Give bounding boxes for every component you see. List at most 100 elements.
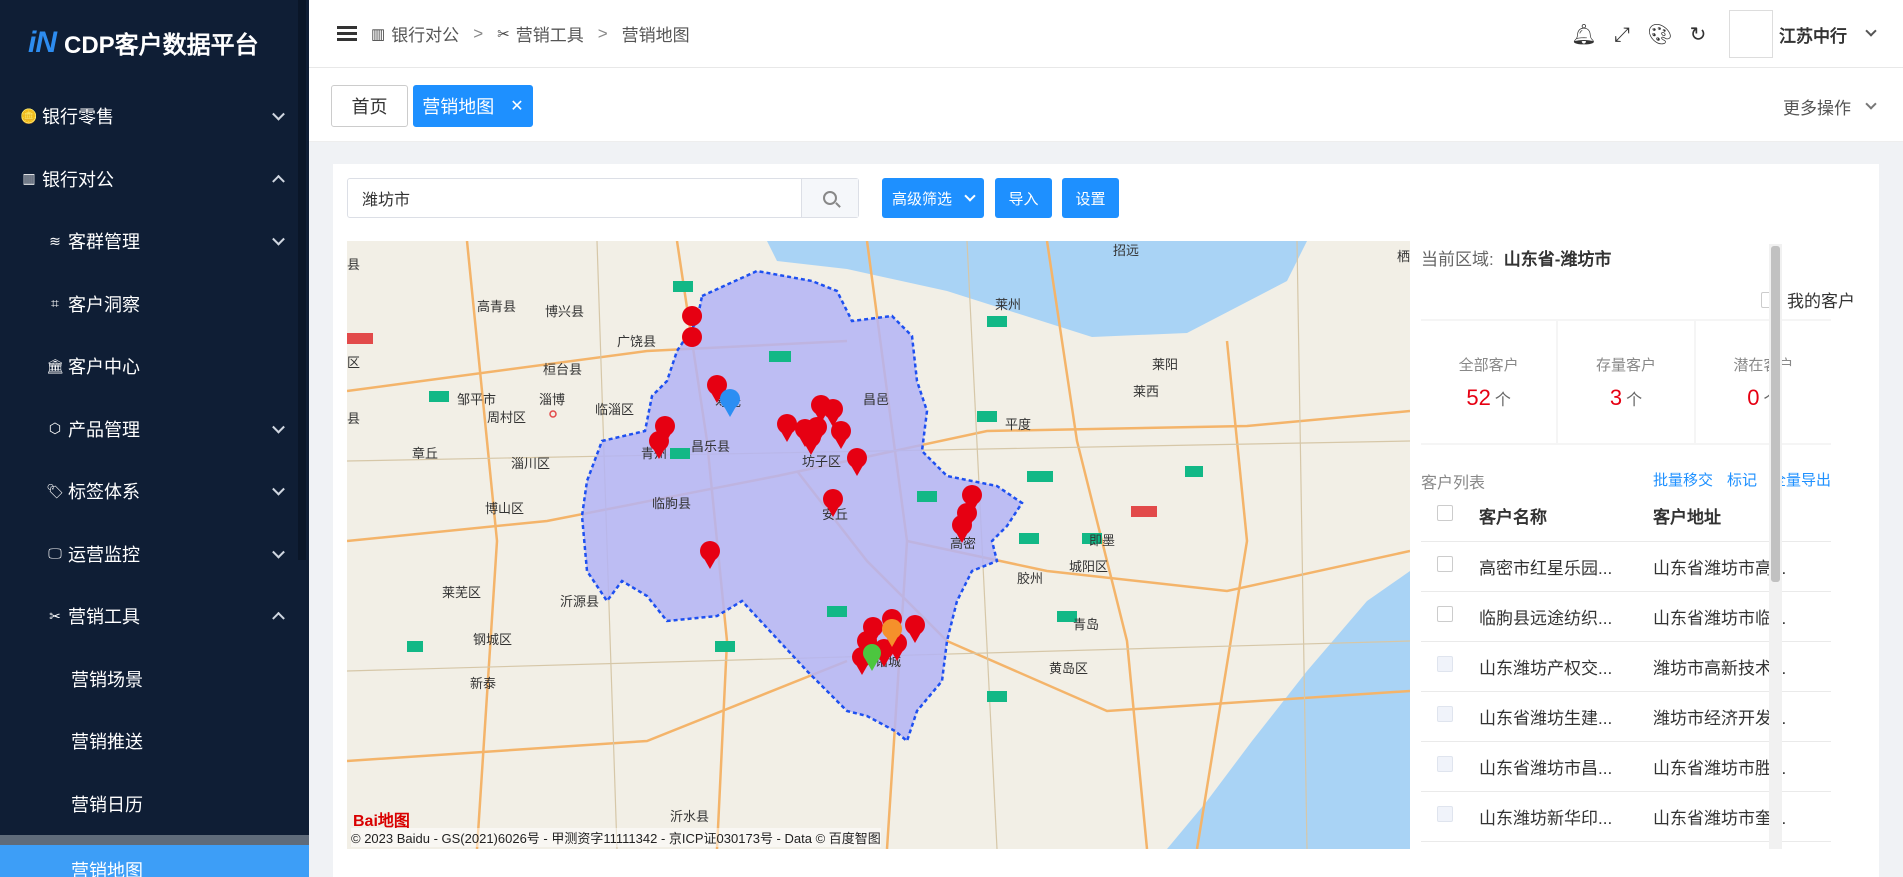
advanced-filter-button[interactable]: 高级筛选 xyxy=(882,178,984,218)
chevron-down-icon xyxy=(964,189,976,202)
breadcrumb-separator: > xyxy=(597,23,608,43)
sidebar-item-tag-system[interactable]: 🏷 标签体系 xyxy=(0,460,309,523)
sidebar-item-label: 客群管理 xyxy=(68,232,140,253)
search-button[interactable] xyxy=(801,179,858,217)
stat-existing-customers: 存量客户 3个 xyxy=(1558,321,1694,443)
cell-name: 山东潍坊产权交... xyxy=(1467,641,1643,692)
tab-label: 营销地图 xyxy=(422,97,495,117)
highway-shield-red xyxy=(1131,506,1157,517)
map-label: 沂水县 xyxy=(670,809,709,824)
chevron-down-icon[interactable] xyxy=(1865,25,1877,37)
select-all-checkbox[interactable] xyxy=(1437,505,1453,522)
column-header-address[interactable]: 客户地址 xyxy=(1643,491,1831,542)
sidebar-item-marketing-scene[interactable]: 营销场景 xyxy=(0,648,309,711)
main-content: 高级筛选 导入 设置 xyxy=(309,142,1903,877)
row-checkbox[interactable] xyxy=(1437,705,1453,722)
panel-scrollbar[interactable] xyxy=(1771,246,1780,582)
menu-toggle-icon[interactable] xyxy=(337,23,357,44)
insight-icon: ⌗ xyxy=(51,295,59,312)
map-label: 即墨 xyxy=(1089,533,1115,548)
breadcrumb-item[interactable]: 银行对公 xyxy=(391,21,459,46)
chevron-down-icon xyxy=(272,420,285,434)
palette-icon[interactable]: 🎨︎ xyxy=(1641,22,1679,46)
refresh-icon[interactable]: ↻ xyxy=(1679,22,1717,46)
cell-address: 潍坊市经济开发... xyxy=(1643,691,1831,742)
settings-button[interactable]: 设置 xyxy=(1062,178,1119,218)
sidebar-item-customer-center[interactable]: 🏛 客户中心 xyxy=(0,335,309,398)
sidebar-item-customer-insight[interactable]: ⌗ 客户洞察 xyxy=(0,273,309,336)
stat-value: 0 xyxy=(1747,384,1760,410)
breadcrumb: ▥ 银行对公 > ✂ 营销工具 > 营销地图 xyxy=(371,21,690,46)
batch-transfer-link[interactable]: 批量移交 xyxy=(1653,469,1713,490)
stat-potential-customers: 潜在客户 0个 xyxy=(1695,321,1831,443)
map-label: 坊子区 xyxy=(802,454,841,469)
map-canvas[interactable]: 高青县 博兴县 广饶县 桓台县 邹平市 周村区 淄博 临淄区 章丘 淄川区 博山… xyxy=(347,241,1410,849)
map-label: 邹平市 xyxy=(457,392,496,407)
cell-address: 山东省潍坊市胜... xyxy=(1643,741,1831,792)
sidebar-item-marketing-map[interactable]: 营销地图 xyxy=(0,835,309,877)
map-label: 莱芜区 xyxy=(442,585,481,600)
map-card: 高级筛选 导入 设置 xyxy=(333,164,1879,877)
row-checkbox[interactable] xyxy=(1437,805,1453,822)
sidebar-item-label: 营销工具 xyxy=(68,607,140,628)
stat-label: 潜在客户 xyxy=(1733,356,1794,374)
sidebar-item-segment-mgmt[interactable]: ≋ 客群管理 xyxy=(0,210,309,273)
sidebar-item-product-mgmt[interactable]: ⬡ 产品管理 xyxy=(0,398,309,461)
column-header-name[interactable]: 客户名称 xyxy=(1467,491,1643,542)
sidebar-item-bank-corporate[interactable]: ▥ 银行对公 xyxy=(0,148,309,211)
search-input[interactable] xyxy=(348,179,801,217)
chevron-down-icon xyxy=(272,483,285,496)
sidebar-item-marketing-calendar[interactable]: 营销日历 xyxy=(0,773,309,836)
fullscreen-icon[interactable]: ⤢ xyxy=(1603,22,1641,46)
sidebar-item-label: 运营监控 xyxy=(68,544,140,565)
coins-icon: 🪙 xyxy=(20,107,38,124)
breadcrumb-item[interactable]: 营销工具 xyxy=(516,21,584,46)
list-title: 客户列表 xyxy=(1421,475,1486,492)
highway-shield-red xyxy=(347,333,373,344)
map-label: 黄岛区 xyxy=(1049,661,1088,676)
bell-icon[interactable]: 🔔︎ xyxy=(1565,22,1603,46)
sidebar-item-marketing-push[interactable]: 营销推送 xyxy=(0,710,309,773)
import-button[interactable]: 导入 xyxy=(995,178,1052,218)
tab-marketing-map[interactable]: 营销地图 ✕ xyxy=(413,85,533,127)
cell-name: 高密市红星乐园... xyxy=(1467,541,1643,592)
sidebar: iN CDP客户数据平台 🪙 银行零售 ▥ 银行对公 ≋ 客群管理 ⌗ 客户洞察… xyxy=(0,0,309,877)
tags-icon: 🏷 xyxy=(46,482,64,499)
cell-name: 山东潍坊新华印... xyxy=(1467,791,1643,842)
map-label: 淄川区 xyxy=(511,456,550,471)
row-checkbox[interactable] xyxy=(1437,605,1453,622)
map-label: 莱西 xyxy=(1133,384,1159,399)
user-name[interactable]: 江苏中行 xyxy=(1779,22,1847,47)
sidebar-item-label: 营销地图 xyxy=(71,861,143,877)
row-checkbox[interactable] xyxy=(1437,655,1453,672)
cell-name: 山东省潍坊市昌... xyxy=(1467,741,1643,792)
map-label: 博山区 xyxy=(485,501,524,516)
sidebar-item-bank-retail[interactable]: 🪙 银行零售 xyxy=(0,85,309,148)
avatar[interactable] xyxy=(1729,10,1773,58)
sidebar-item-label: 客户中心 xyxy=(68,357,140,378)
map-label: 招远 xyxy=(1113,243,1139,258)
sidebar-item-label: 营销场景 xyxy=(71,669,143,690)
cell-address: 山东省潍坊市高... xyxy=(1643,541,1831,592)
stat-label: 存量客户 xyxy=(1595,356,1656,374)
tab-home[interactable]: 首页 xyxy=(331,85,408,127)
row-checkbox[interactable] xyxy=(1437,755,1453,772)
tab-label: 首页 xyxy=(351,97,388,117)
close-icon[interactable]: ✕ xyxy=(510,96,523,116)
cell-name: 山东省潍坊生建... xyxy=(1467,691,1643,742)
map-label: 淄博 xyxy=(539,392,565,407)
sidebar-item-label: 营销推送 xyxy=(71,732,143,753)
sidebar-item-marketing-tools[interactable]: ✂ 营销工具 xyxy=(0,585,309,648)
sidebar-item-ops-monitor[interactable]: 🖵 运营监控 xyxy=(0,523,309,586)
cell-address: 山东省潍坊市奎... xyxy=(1643,791,1831,842)
logo-mark: iN xyxy=(28,25,57,59)
mark-link[interactable]: 标记 xyxy=(1727,469,1757,490)
map-label: 广饶县 xyxy=(617,334,656,349)
sidebar-item-label: 营销日历 xyxy=(71,794,143,815)
row-checkbox[interactable] xyxy=(1437,555,1453,572)
stat-value: 52 xyxy=(1466,384,1491,410)
stat-unit: 个 xyxy=(1626,389,1643,409)
map-label: 青岛 xyxy=(1073,617,1099,632)
more-actions-dropdown[interactable]: 更多操作 xyxy=(1783,94,1877,119)
chevron-up-icon xyxy=(272,174,285,188)
